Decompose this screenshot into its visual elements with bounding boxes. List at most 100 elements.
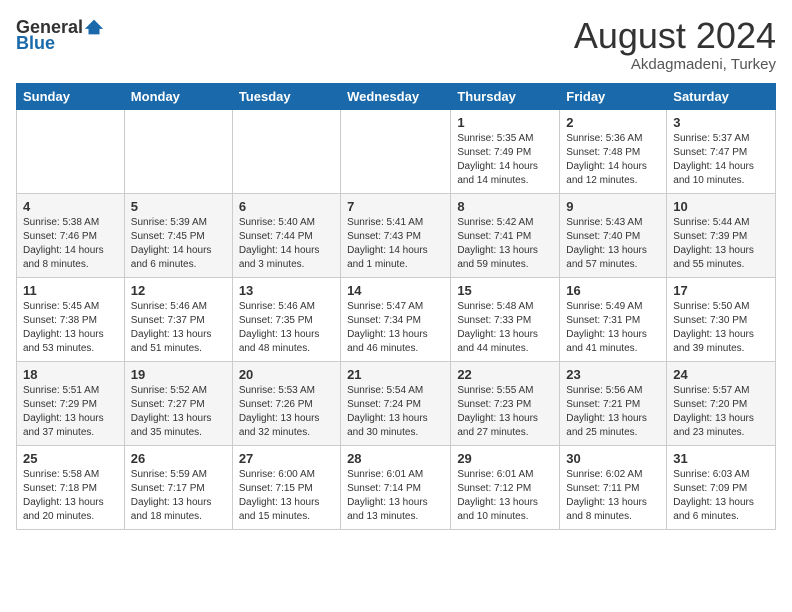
location-subtitle: Akdagmadeni, Turkey — [574, 56, 776, 73]
day-number: 2 — [566, 115, 660, 130]
day-number: 11 — [23, 283, 118, 298]
calendar-cell — [17, 109, 125, 193]
day-number: 24 — [673, 367, 769, 382]
weekday-header-row: SundayMondayTuesdayWednesdayThursdayFrid… — [17, 83, 776, 109]
day-number: 3 — [673, 115, 769, 130]
day-info: Sunrise: 5:46 AMSunset: 7:37 PMDaylight:… — [131, 300, 226, 356]
day-number: 10 — [673, 199, 769, 214]
day-info: Sunrise: 5:56 AMSunset: 7:21 PMDaylight:… — [566, 384, 660, 440]
day-info: Sunrise: 5:47 AMSunset: 7:34 PMDaylight:… — [347, 300, 444, 356]
day-info: Sunrise: 6:01 AMSunset: 7:14 PMDaylight:… — [347, 468, 444, 524]
day-info: Sunrise: 5:55 AMSunset: 7:23 PMDaylight:… — [457, 384, 553, 440]
day-number: 31 — [673, 451, 769, 466]
calendar-cell: 6Sunrise: 5:40 AMSunset: 7:44 PMDaylight… — [232, 193, 340, 277]
calendar-cell: 20Sunrise: 5:53 AMSunset: 7:26 PMDayligh… — [232, 361, 340, 445]
calendar-cell: 15 Sunrise: 5:48 AMSunset: 7:33 PMDayligh… — [451, 277, 560, 361]
calendar-cell: 21 Sunrise: 5:54 AMSunset: 7:24 PMDayligh… — [341, 361, 451, 445]
calendar-cell — [124, 109, 232, 193]
calendar-cell: 8 Sunrise: 5:42 AMSunset: 7:41 PMDaylight… — [451, 193, 560, 277]
day-number: 6 — [239, 199, 334, 214]
weekday-header-wednesday: Wednesday — [341, 83, 451, 109]
day-info: Sunrise: 5:42 AMSunset: 7:41 PMDaylight:… — [457, 216, 553, 272]
calendar-cell: 26 Sunrise: 5:59 AMSunset: 7:17 PMDayligh… — [124, 445, 232, 529]
day-info: Sunrise: 5:57 AMSunset: 7:20 PMDaylight:… — [673, 384, 769, 440]
calendar-cell: 4 Sunrise: 5:38 AMSunset: 7:46 PMDaylight… — [17, 193, 125, 277]
calendar-cell: 11 Sunrise: 5:45 AMSunset: 7:38 PMDayligh… — [17, 277, 125, 361]
calendar-cell — [341, 109, 451, 193]
day-info: Sunrise: 5:46 AMSunset: 7:35 PMDaylight:… — [239, 300, 334, 356]
calendar-cell: 24 Sunrise: 5:57 AMSunset: 7:20 PMDayligh… — [667, 361, 776, 445]
calendar-cell: 10 Sunrise: 5:44 AMSunset: 7:39 PMDayligh… — [667, 193, 776, 277]
day-info: Sunrise: 6:00 AMSunset: 7:15 PMDaylight:… — [239, 468, 334, 524]
weekday-header-monday: Monday — [124, 83, 232, 109]
day-number: 19 — [131, 367, 226, 382]
day-number: 12 — [131, 283, 226, 298]
day-info: Sunrise: 6:03 AMSunset: 7:09 PMDaylight:… — [673, 468, 769, 524]
day-number: 26 — [131, 451, 226, 466]
calendar-cell: 29 Sunrise: 6:01 AMSunset: 7:12 PMDayligh… — [451, 445, 560, 529]
calendar-table: SundayMondayTuesdayWednesdayThursdayFrid… — [16, 83, 776, 530]
day-number: 14 — [347, 283, 444, 298]
day-info: Sunrise: 5:44 AMSunset: 7:39 PMDaylight:… — [673, 216, 769, 272]
logo-blue: Blue — [16, 34, 55, 52]
logo: General Blue — [16, 16, 105, 52]
calendar-cell: 18Sunrise: 5:51 AMSunset: 7:29 PMDayligh… — [17, 361, 125, 445]
day-info: Sunrise: 5:38 AMSunset: 7:46 PMDaylight:… — [23, 216, 118, 272]
day-number: 23 — [566, 367, 660, 382]
calendar-cell: 5 Sunrise: 5:39 AMSunset: 7:45 PMDaylight… — [124, 193, 232, 277]
day-info: Sunrise: 5:35 AMSunset: 7:49 PMDaylight:… — [457, 132, 553, 188]
day-info: Sunrise: 5:58 AMSunset: 7:18 PMDaylight:… — [23, 468, 118, 524]
title-block: August 2024 Akdagmadeni, Turkey — [574, 16, 776, 73]
calendar-cell: 31 Sunrise: 6:03 AMSunset: 7:09 PMDayligh… — [667, 445, 776, 529]
day-number: 25 — [23, 451, 118, 466]
calendar-cell: 12 Sunrise: 5:46 AMSunset: 7:37 PMDayligh… — [124, 277, 232, 361]
day-number: 5 — [131, 199, 226, 214]
calendar-cell: 2 Sunrise: 5:36 AMSunset: 7:48 PMDaylight… — [560, 109, 667, 193]
calendar-cell: 7 Sunrise: 5:41 AMSunset: 7:43 PMDaylight… — [341, 193, 451, 277]
calendar-cell: 3Sunrise: 5:37 AMSunset: 7:47 PMDaylight… — [667, 109, 776, 193]
weekday-header-saturday: Saturday — [667, 83, 776, 109]
day-info: Sunrise: 5:52 AMSunset: 7:27 PMDaylight:… — [131, 384, 226, 440]
day-number: 29 — [457, 451, 553, 466]
week-row-3: 11 Sunrise: 5:45 AMSunset: 7:38 PMDayligh… — [17, 277, 776, 361]
day-number: 30 — [566, 451, 660, 466]
day-number: 7 — [347, 199, 444, 214]
day-info: Sunrise: 5:43 AMSunset: 7:40 PMDaylight:… — [566, 216, 660, 272]
week-row-4: 18Sunrise: 5:51 AMSunset: 7:29 PMDayligh… — [17, 361, 776, 445]
day-info: Sunrise: 5:45 AMSunset: 7:38 PMDaylight:… — [23, 300, 118, 356]
weekday-header-sunday: Sunday — [17, 83, 125, 109]
day-number: 1 — [457, 115, 553, 130]
day-number: 13 — [239, 283, 334, 298]
calendar-cell: 1 Sunrise: 5:35 AMSunset: 7:49 PMDaylight… — [451, 109, 560, 193]
calendar-cell: 16 Sunrise: 5:49 AMSunset: 7:31 PMDayligh… — [560, 277, 667, 361]
day-info: Sunrise: 5:51 AMSunset: 7:29 PMDaylight:… — [23, 384, 118, 440]
day-info: Sunrise: 5:59 AMSunset: 7:17 PMDaylight:… — [131, 468, 226, 524]
day-number: 17 — [673, 283, 769, 298]
calendar-cell: 14 Sunrise: 5:47 AMSunset: 7:34 PMDayligh… — [341, 277, 451, 361]
day-number: 4 — [23, 199, 118, 214]
day-number: 16 — [566, 283, 660, 298]
day-number: 21 — [347, 367, 444, 382]
day-info: Sunrise: 6:01 AMSunset: 7:12 PMDaylight:… — [457, 468, 553, 524]
calendar-cell: 27Sunrise: 6:00 AMSunset: 7:15 PMDayligh… — [232, 445, 340, 529]
calendar-cell: 9 Sunrise: 5:43 AMSunset: 7:40 PMDaylight… — [560, 193, 667, 277]
calendar-cell: 13 Sunrise: 5:46 AMSunset: 7:35 PMDayligh… — [232, 277, 340, 361]
day-number: 15 — [457, 283, 553, 298]
day-info: Sunrise: 5:48 AMSunset: 7:33 PMDaylight:… — [457, 300, 553, 356]
logo-icon — [83, 16, 105, 38]
week-row-1: 1 Sunrise: 5:35 AMSunset: 7:49 PMDaylight… — [17, 109, 776, 193]
day-info: Sunrise: 5:50 AMSunset: 7:30 PMDaylight:… — [673, 300, 769, 356]
day-info: Sunrise: 5:54 AMSunset: 7:24 PMDaylight:… — [347, 384, 444, 440]
day-info: Sunrise: 5:39 AMSunset: 7:45 PMDaylight:… — [131, 216, 226, 272]
day-info: Sunrise: 5:49 AMSunset: 7:31 PMDaylight:… — [566, 300, 660, 356]
day-info: Sunrise: 5:53 AMSunset: 7:26 PMDaylight:… — [239, 384, 334, 440]
calendar-cell: 23 Sunrise: 5:56 AMSunset: 7:21 PMDayligh… — [560, 361, 667, 445]
weekday-header-thursday: Thursday — [451, 83, 560, 109]
calendar-cell: 17 Sunrise: 5:50 AMSunset: 7:30 PMDayligh… — [667, 277, 776, 361]
week-row-5: 25 Sunrise: 5:58 AMSunset: 7:18 PMDayligh… — [17, 445, 776, 529]
day-info: Sunrise: 5:36 AMSunset: 7:48 PMDaylight:… — [566, 132, 660, 188]
day-info: Sunrise: 5:41 AMSunset: 7:43 PMDaylight:… — [347, 216, 444, 272]
day-number: 9 — [566, 199, 660, 214]
day-number: 8 — [457, 199, 553, 214]
day-number: 22 — [457, 367, 553, 382]
